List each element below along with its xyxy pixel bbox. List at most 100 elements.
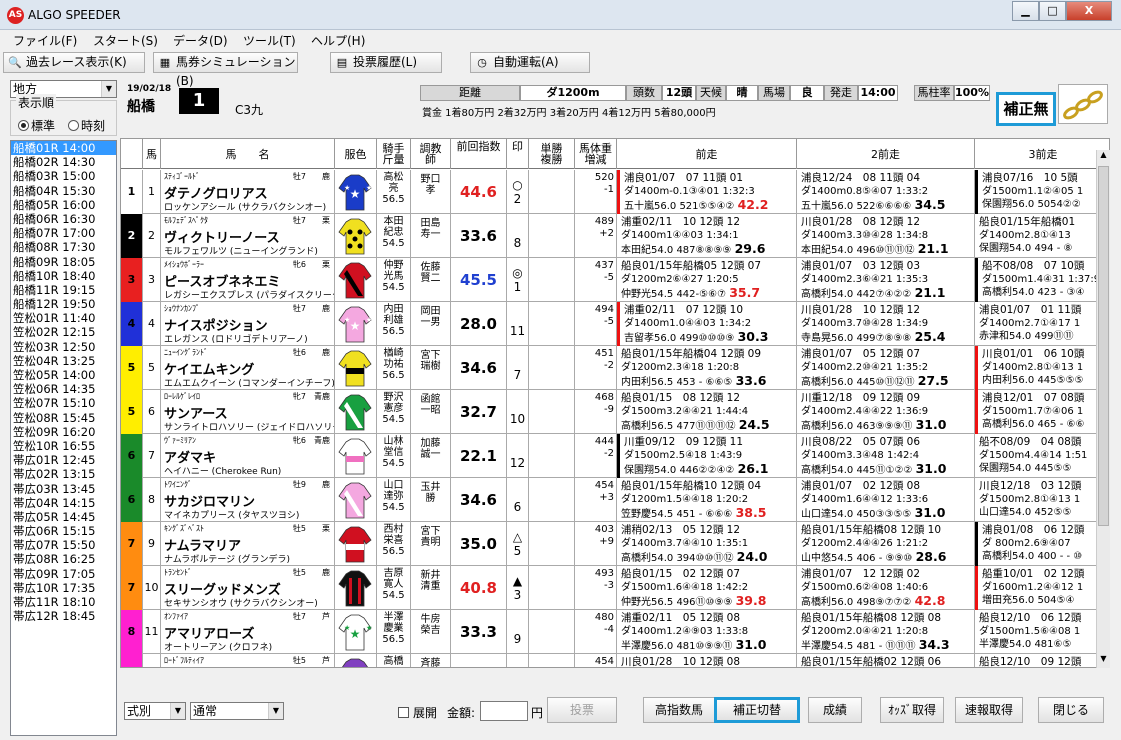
scroll-down-icon[interactable]: ▼ bbox=[1098, 654, 1109, 668]
minimize-button[interactable]: ▁ bbox=[1012, 1, 1039, 21]
past-race-2[interactable]: 船良01/15年船橋08 12頭 08 ダ1200m2.0④④21 1:20:8 半… bbox=[797, 610, 975, 654]
race-list-item[interactable]: 笠松01R 11:40 bbox=[11, 311, 116, 325]
race-list-item[interactable]: 笠松06R 14:35 bbox=[11, 382, 116, 396]
menu-start[interactable]: スタート(S) bbox=[93, 32, 158, 49]
horse-name-cell[interactable]: ﾄﾜｲﾆﾝｸﾞ 牡9 鹿サカジロマリン マイネカプリース (タヤスツヨシ) bbox=[161, 478, 335, 522]
past-race-2[interactable]: 浦良01/07 12 12頭 02 ダ1500m0.6②④08 1:40:6 高橋利… bbox=[797, 566, 975, 610]
race-list-item[interactable]: 笠松09R 16:20 bbox=[11, 425, 116, 439]
mark-cell[interactable]: ◎ 1 bbox=[507, 258, 529, 302]
race-list-item[interactable]: 船橋09R 18:05 bbox=[11, 255, 116, 269]
race-list-item[interactable]: 船橋08R 17:30 bbox=[11, 240, 116, 254]
table-row[interactable]: 6 8 ﾄﾜｲﾆﾝｸﾞ 牡9 鹿サカジロマリン マイネカプリース (タヤスツヨシ) 山口 達… bbox=[121, 478, 1109, 522]
past-race-2[interactable]: 川良01/28 10 12頭 12 ダ1400m3.7⑩④28 1:34:9 寺島晃… bbox=[797, 302, 975, 346]
order-standard-radio[interactable]: 標準 bbox=[18, 117, 55, 134]
table-row[interactable]: 2 2 ﾓﾙﾌｪﾃﾞｽﾍﾟｸﾀ 牡7 栗ヴィクトリーノース モルフェワルツ (ニューイング… bbox=[121, 214, 1109, 258]
horse-name-cell[interactable]: ｼｮｳﾅﾝｶﾝﾌﾟ 牡7 鹿ナイスポジション エレガンス (ロドリゴデトリアーノ) bbox=[161, 302, 335, 346]
mark-cell[interactable]: 12 bbox=[507, 434, 529, 478]
close-button[interactable]: 閉じる bbox=[1038, 697, 1104, 723]
bet-history-button[interactable]: ▤ 投票履歴(L) bbox=[330, 52, 442, 73]
maximize-button[interactable]: □ bbox=[1039, 1, 1066, 21]
menu-file[interactable]: ファイル(F) bbox=[13, 32, 77, 49]
table-row[interactable]: 4 4 ｼｮｳﾅﾝｶﾝﾌﾟ 牡7 鹿ナイスポジション エレガンス (ロドリゴデトリアーノ)… bbox=[121, 302, 1109, 346]
past-race-3[interactable]: 船不08/08 07 10頭 ダ1500m1.4④31 1:37:9 高橋利54.0… bbox=[975, 258, 1109, 302]
past-race-2[interactable]: 浦良12/24 08 11頭 04 ダ1400m0.8⑤④07 1:33:2 五十嵐… bbox=[797, 170, 975, 214]
past-race-3[interactable]: 浦良01/07 01 11頭 ダ1400m2.7①④17 1 赤津和54.0 499… bbox=[975, 302, 1109, 346]
race-list-item[interactable]: 笠松07R 15:10 bbox=[11, 396, 116, 410]
horse-name-cell[interactable]: ﾛｰﾄﾞﾌﾙﾃｨｲｱ 牡5 芦 bbox=[161, 654, 335, 667]
race-list-item[interactable]: 船橋07R 17:00 bbox=[11, 226, 116, 240]
past-race-1[interactable]: 船良01/15 08 12頭 12 ダ1500m3.2④④21 1:44:4 高橋利… bbox=[617, 390, 797, 434]
expand-checkbox[interactable]: 展開 bbox=[398, 704, 437, 721]
menu-data[interactable]: データ(D) bbox=[173, 32, 228, 49]
auto-run-button[interactable]: ◷ 自動運転(A) bbox=[470, 52, 590, 73]
race-list-item[interactable]: 船橋01R 14:00 bbox=[11, 141, 116, 156]
race-list-item[interactable]: 帯広05R 14:45 bbox=[11, 510, 116, 524]
bet-type-select[interactable]: 式別 ▼ bbox=[124, 702, 186, 720]
past-race-3[interactable]: 船良12/10 09 12頭 bbox=[975, 654, 1109, 667]
horse-name-cell[interactable]: ｵﾝﾌｧｲｱ 牡7 芦アマリアローズ オートリーアン (クロフネ) bbox=[161, 610, 335, 654]
mark-cell[interactable]: ▲ 3 bbox=[507, 566, 529, 610]
past-race-1[interactable]: 船良01/15 02 12頭 07 ダ1500m1.6④④18 1:42:2 仲野光… bbox=[617, 566, 797, 610]
race-list-item[interactable]: 帯広11R 18:10 bbox=[11, 595, 116, 609]
race-list-item[interactable]: 笠松05R 14:00 bbox=[11, 368, 116, 382]
scroll-up-icon[interactable]: ▲ bbox=[1098, 150, 1109, 164]
past-race-2[interactable]: 浦良01/07 03 12頭 03 ダ1400m2.3⑥④21 1:35:3 高橋利… bbox=[797, 258, 975, 302]
order-time-radio[interactable]: 時刻 bbox=[68, 117, 105, 134]
past-race-1[interactable]: 浦重02/11 05 12頭 08 ダ1400m1.2④⑨03 1:33:8 半澤慶… bbox=[617, 610, 797, 654]
past-race-3[interactable]: 船良12/10 06 12頭 ダ1500m1.5⑥④08 1 半澤慶54.0 481… bbox=[975, 610, 1109, 654]
race-list-item[interactable]: 帯広12R 18:45 bbox=[11, 609, 116, 623]
race-list-item[interactable]: 船橋12R 19:50 bbox=[11, 297, 116, 311]
race-list-item[interactable]: 笠松03R 12:50 bbox=[11, 340, 116, 354]
past-race-1[interactable]: 浦稍02/13 05 12頭 12 ダ1400m3.7④④10 1:35:1 高橋利… bbox=[617, 522, 797, 566]
race-list-item[interactable]: 船橋03R 15:00 bbox=[11, 169, 116, 183]
past-race-1[interactable]: 船良01/15年船橋05 12頭 07 ダ1200m2⑥④27 1:20:5 仲野光… bbox=[617, 258, 797, 302]
past-race-2[interactable]: 浦良01/07 05 12頭 07 ダ1400m2.2⑩④21 1:35:2 高橋利… bbox=[797, 346, 975, 390]
horse-name-cell[interactable]: ｽﾃｨｺﾞｰﾙﾄﾞ 牡7 鹿ダテノグロリアス ロッケンアシール (サクラバクシンオー) bbox=[161, 170, 335, 214]
table-row[interactable]: 5 6 ﾛｰﾚﾙｹﾞﾚｲﾛ 牝7 青鹿 サンアース サンライトロハソリー (ジェイドロハソリ… bbox=[121, 390, 1109, 434]
high-index-button[interactable]: 高指数馬 bbox=[643, 697, 715, 723]
results-button[interactable]: 成績 bbox=[808, 697, 862, 723]
race-list-item[interactable]: 笠松02R 12:15 bbox=[11, 325, 116, 339]
race-list-item[interactable]: 帯広03R 13:45 bbox=[11, 482, 116, 496]
mark-cell[interactable] bbox=[507, 654, 529, 667]
betting-sim-button[interactable]: ▦ 馬券シミュレーション(B) bbox=[153, 52, 298, 88]
mark-cell[interactable]: ○ 2 bbox=[507, 170, 529, 214]
race-list-item[interactable]: 帯広09R 17:05 bbox=[11, 567, 116, 581]
past-race-3[interactable]: 川良01/01 06 10頭 ダ1400m2.8①④13 1 内田利56.0 445… bbox=[975, 346, 1109, 390]
race-list-item[interactable]: 笠松04R 13:25 bbox=[11, 354, 116, 368]
past-race-2[interactable]: 船良01/15年船橋08 12頭 10 ダ1200m2.4④④26 1:21:2 山… bbox=[797, 522, 975, 566]
past-race-1[interactable]: 浦重02/11 07 12頭 10 ダ1400m1.0④④03 1:34:2 吉留孝… bbox=[617, 302, 797, 346]
horse-name-cell[interactable]: ﾄﾗﾝｾﾝﾄﾞ 牡5 鹿スリーグッドメンズ セキサンシオウ (サクラバクシンオー) bbox=[161, 566, 335, 610]
menu-help[interactable]: ヘルプ(H) bbox=[311, 32, 365, 49]
race-list-item[interactable]: 船橋10R 18:40 bbox=[11, 269, 116, 283]
mark-cell[interactable]: △ 5 bbox=[507, 522, 529, 566]
table-row[interactable]: 8 11 ｵﾝﾌｧｲｱ 牡7 芦アマリアローズ オートリーアン (クロフネ) ★ ★ ★ 半澤 慶… bbox=[121, 610, 1109, 654]
past-race-1[interactable]: 浦良01/07 07 11頭 01 ダ1400m-0.1③④01 1:32:3 五十… bbox=[617, 170, 797, 214]
past-race-3[interactable]: 川良12/18 03 12頭 ダ1500m2.8①④13 1 山口達54.0 452… bbox=[975, 478, 1109, 522]
race-list-item[interactable]: 帯広02R 13:15 bbox=[11, 467, 116, 481]
race-list-item[interactable]: 船橋05R 16:00 bbox=[11, 198, 116, 212]
horse-name-cell[interactable]: ｷﾝｸﾞｽﾞﾍﾞｽﾄ 牡5 栗ナムラマリア ナムラボルテージ (グランデラ) bbox=[161, 522, 335, 566]
past-race-1[interactable]: 船良01/15年船橋04 12頭 09 ダ1200m2.3④18 1:20:8 内田… bbox=[617, 346, 797, 390]
past-race-1[interactable]: 川良01/28 10 12頭 08 bbox=[617, 654, 797, 667]
horse-name-cell[interactable]: ﾆｭｰｲﾝｸﾞﾗﾝﾄﾞ 牡6 鹿ケイエムキング エムエムクイーン (コマンダーインチー… bbox=[161, 346, 335, 390]
close-window-button[interactable]: X bbox=[1066, 1, 1112, 21]
table-row[interactable]: 6 7 ｳﾞｧｰﾐﾘｱﾝ 牝6 青鹿 アダマキ ヘイハニー (Cherokee Run) 山林… bbox=[121, 434, 1109, 478]
past-race-2[interactable]: 川重12/18 09 12頭 09 ダ1400m2.4④④22 1:36:9 高橋利… bbox=[797, 390, 975, 434]
hosei-switch-button[interactable]: 補正切替 bbox=[714, 697, 800, 723]
race-list-item[interactable]: 船橋11R 19:15 bbox=[11, 283, 116, 297]
menu-tools[interactable]: ツール(T) bbox=[243, 32, 296, 49]
race-list-item[interactable]: 帯広01R 12:45 bbox=[11, 453, 116, 467]
race-list-item[interactable]: 笠松10R 16:55 bbox=[11, 439, 116, 453]
table-row[interactable]: 1 1 ｽﾃｨｺﾞｰﾙﾄﾞ 牡7 鹿ダテノグロリアス ロッケンアシール (サクラバクシンオ… bbox=[121, 170, 1109, 214]
past-race-3[interactable]: 船良01/15年船橋01 ダ1400m2.8①④13 保園翔54.0 494 - ⑧ bbox=[975, 214, 1109, 258]
race-list-item[interactable]: 船橋06R 16:30 bbox=[11, 212, 116, 226]
mark-cell[interactable]: 10 bbox=[507, 390, 529, 434]
past-race-1[interactable]: 船良01/15年船橋10 12頭 04 ダ1200m1.5④④18 1:20:2 笠… bbox=[617, 478, 797, 522]
vote-button[interactable]: 投票 bbox=[547, 697, 617, 723]
mark-cell[interactable]: 11 bbox=[507, 302, 529, 346]
past-race-3[interactable]: 浦良07/16 10 5頭 ダ1500m1.1②④05 1 保園翔56.0 5054… bbox=[975, 170, 1109, 214]
mark-cell[interactable]: 9 bbox=[507, 610, 529, 654]
race-list[interactable]: 船橋01R 14:00 船橋02R 14:30 船橋03R 15:00 船橋04R 1… bbox=[10, 140, 117, 736]
mark-cell[interactable]: 8 bbox=[507, 214, 529, 258]
